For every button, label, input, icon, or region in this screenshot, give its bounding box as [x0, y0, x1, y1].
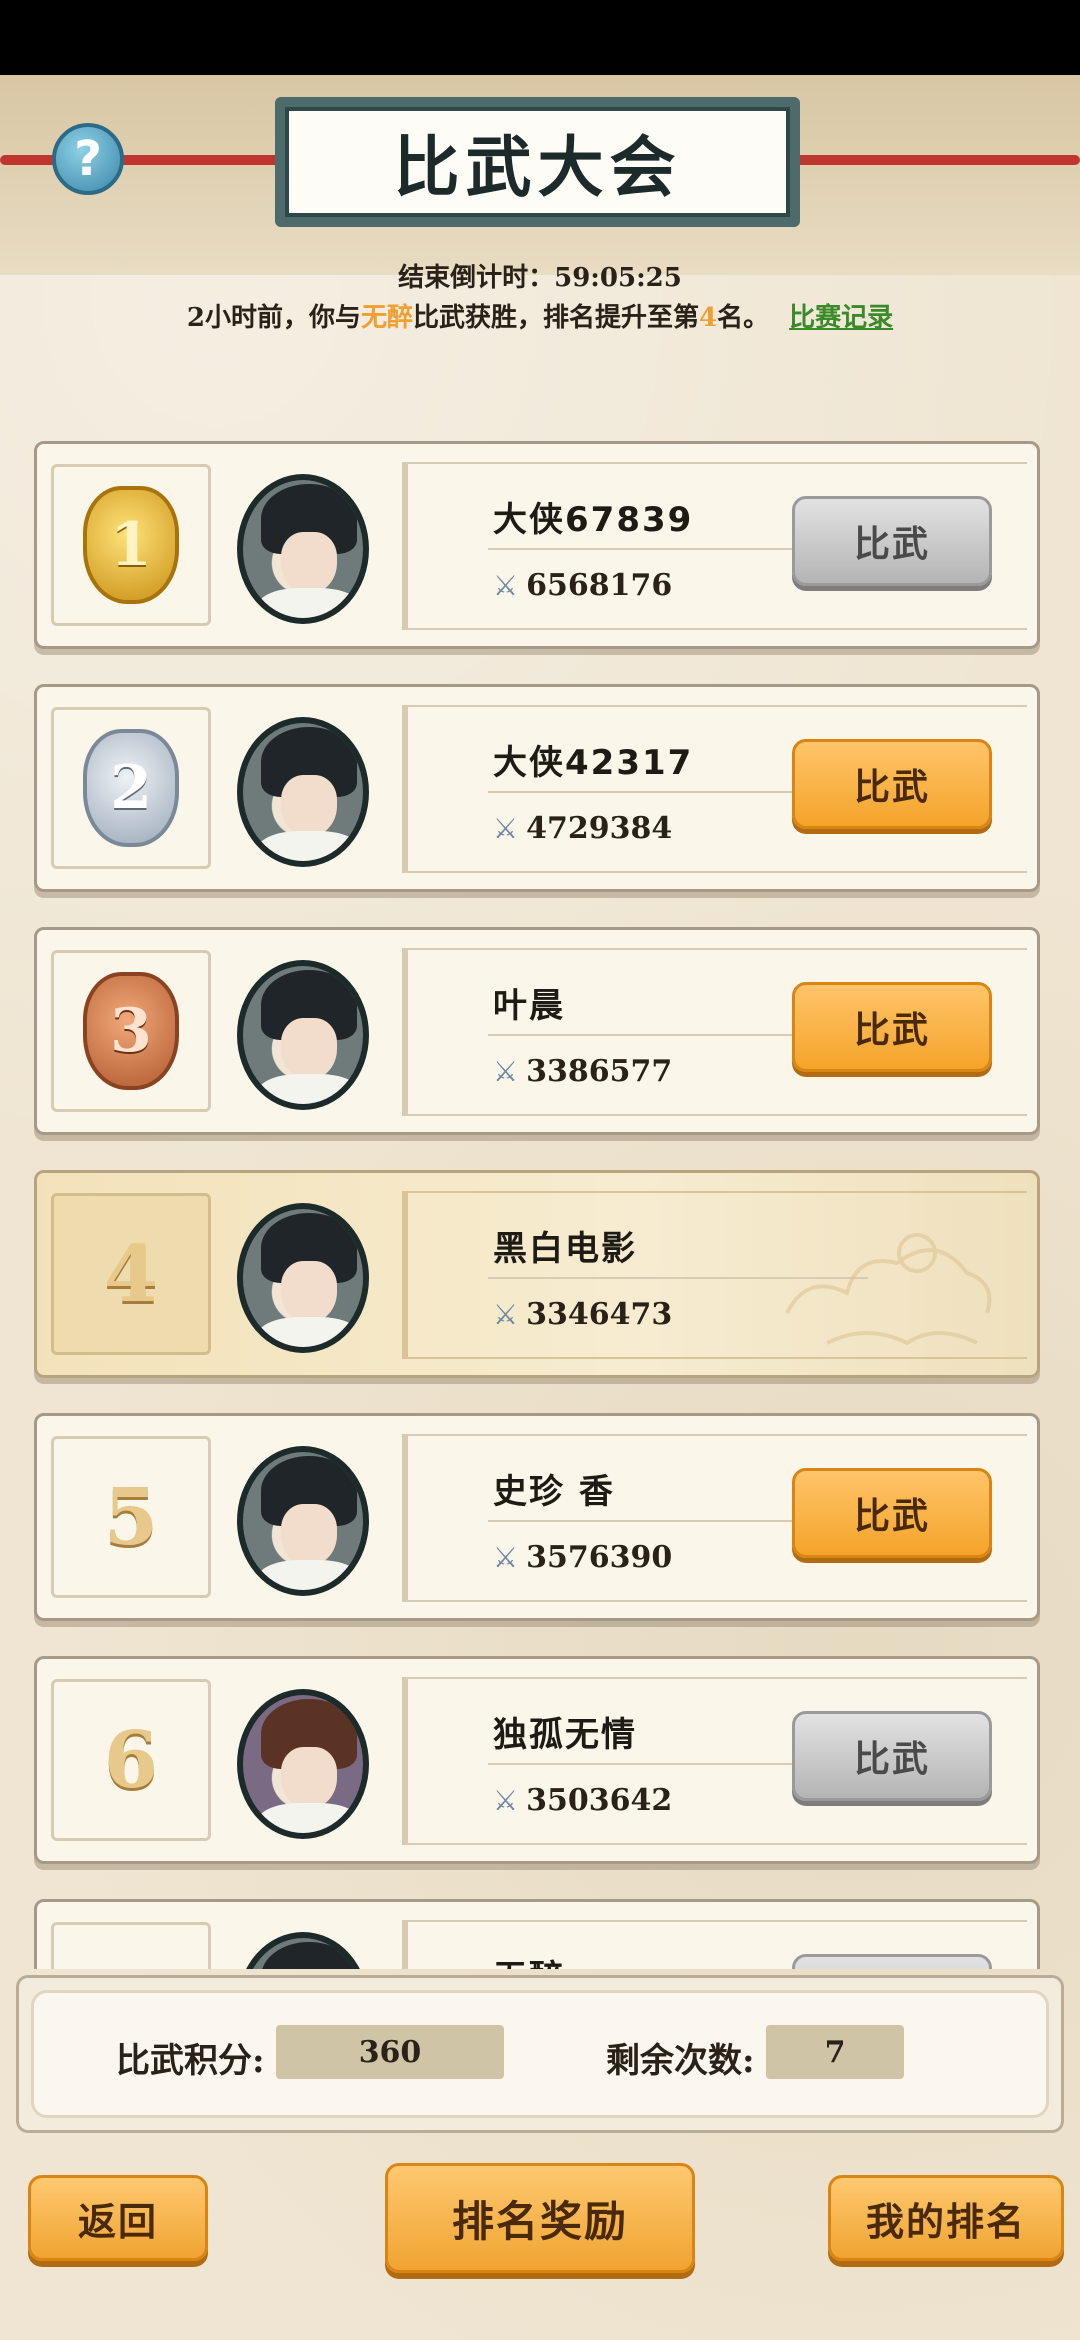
duel-button[interactable]: 比武 — [792, 739, 992, 829]
rank-slot: 3 — [51, 950, 211, 1112]
power-row: ⚔ 3503642 — [493, 1783, 672, 1818]
avatar[interactable] — [237, 1689, 369, 1839]
duel-button[interactable]: 比武 — [792, 1954, 992, 1969]
player-name: 无醉 — [493, 1950, 565, 1969]
combat-power: 6568176 — [526, 568, 673, 603]
rank-slot: 1 — [51, 464, 211, 626]
remaining-label: 剩余次数: — [606, 2041, 755, 2081]
duel-button[interactable]: 比武 — [792, 1468, 992, 1558]
score-panel: 比武积分: 360 剩余次数: 7 — [16, 1975, 1064, 2133]
points-value: 360 — [276, 2025, 504, 2079]
combat-power: 3346473 — [526, 1297, 673, 1332]
combat-power: 3386577 — [526, 1054, 673, 1089]
rank-reward-button[interactable]: 排名奖励 — [385, 2163, 695, 2273]
avatar[interactable] — [237, 960, 369, 1110]
player-card: 5 史珍 香 ⚔ 3576390 比武 — [34, 1413, 1040, 1621]
sword-icon: ⚔ — [493, 1298, 519, 1331]
rank-number: 4 — [103, 1228, 159, 1320]
notice-opponent: 无醉 — [360, 303, 413, 333]
duel-button[interactable]: 比武 — [792, 982, 992, 1072]
player-card-self: 4 黑白电影 ⚔ 3346473 — [34, 1170, 1040, 1378]
duel-button[interactable]: 比武 — [792, 496, 992, 586]
battle-notice: 2小时前，你与无醉比武获胜，排名提升至第4名。 比赛记录 — [0, 297, 1080, 334]
silver-medal-icon: 2 — [83, 729, 179, 847]
power-row: ⚔ 3346473 — [493, 1297, 672, 1332]
player-name: 史珍 香 — [493, 1472, 615, 1512]
rank-slot: 5 — [51, 1436, 211, 1598]
match-record-link[interactable]: 比赛记录 — [789, 303, 893, 333]
ranking-list[interactable]: 1 大侠67839 ⚔ 6568176 比武 2 大侠42317 ⚔ 47293… — [0, 361, 1080, 1969]
notice-suffix: 名。 — [717, 303, 770, 333]
sword-icon: ⚔ — [493, 812, 519, 845]
cloud-decoration — [785, 1233, 992, 1346]
duel-button[interactable]: 比武 — [792, 1711, 992, 1801]
help-icon[interactable]: ? — [52, 123, 124, 195]
score-panel-inner: 比武积分: 360 剩余次数: 7 — [31, 1990, 1049, 2118]
player-card: 3 叶晨 ⚔ 3386577 比武 — [34, 927, 1040, 1135]
combat-power: 3503642 — [526, 1783, 673, 1818]
rank-number: 5 — [103, 1471, 159, 1563]
sword-icon: ⚔ — [493, 569, 519, 602]
rank-slot: 6 — [51, 1679, 211, 1841]
notice-rank: 4 — [699, 303, 718, 333]
avatar[interactable] — [237, 717, 369, 867]
player-name: 大侠42317 — [493, 743, 694, 783]
rope-decoration — [780, 155, 1080, 165]
power-row: ⚔ 3386577 — [493, 1054, 672, 1089]
page-title: 比武大会 — [285, 107, 790, 217]
title-plate: 比武大会 — [275, 97, 800, 227]
power-row: ⚔ 3576390 — [493, 1540, 672, 1575]
back-button[interactable]: 返回 — [28, 2175, 208, 2261]
points-label: 比武积分: — [116, 2041, 265, 2081]
status-bar — [0, 0, 1080, 75]
player-name: 独孤无情 — [493, 1715, 637, 1755]
player-card: 1 大侠67839 ⚔ 6568176 比武 — [34, 441, 1040, 649]
rope-decoration — [0, 155, 300, 165]
player-name: 黑白电影 — [493, 1229, 637, 1269]
bronze-medal-icon: 3 — [83, 972, 179, 1090]
rank-slot: 2 — [51, 707, 211, 869]
sword-icon: ⚔ — [493, 1784, 519, 1817]
my-rank-button[interactable]: 我的排名 — [828, 2175, 1064, 2261]
countdown-label: 结束倒计时： — [398, 263, 555, 293]
countdown-value: 59:05:25 — [554, 263, 682, 293]
rank-slot: 4 — [51, 1193, 211, 1355]
avatar[interactable] — [237, 1446, 369, 1596]
rank-number: 6 — [103, 1714, 159, 1806]
remaining-value: 7 — [766, 2025, 904, 2079]
combat-power: 4729384 — [526, 811, 673, 846]
combat-power: 3576390 — [526, 1540, 673, 1575]
arena-screen: ? 比武大会 结束倒计时：59:05:25 2小时前，你与无醉比武获胜，排名提升… — [0, 75, 1080, 2340]
sword-icon: ⚔ — [493, 1055, 519, 1088]
notice-prefix: 2小时前，你与 — [186, 303, 361, 333]
rank-number: 7 — [104, 1958, 158, 1970]
avatar[interactable] — [237, 474, 369, 624]
avatar[interactable] — [237, 1203, 369, 1353]
rank-slot: 7 — [51, 1922, 211, 1969]
sword-icon: ⚔ — [493, 1541, 519, 1574]
avatar[interactable] — [237, 1932, 369, 1969]
player-card: 7 无醉 ⚔ 3514266 比武 — [34, 1899, 1040, 1969]
player-name: 大侠67839 — [493, 500, 694, 540]
power-row: ⚔ 6568176 — [493, 568, 672, 603]
player-card: 2 大侠42317 ⚔ 4729384 比武 — [34, 684, 1040, 892]
player-name: 叶晨 — [493, 986, 565, 1026]
player-card: 6 独孤无情 ⚔ 3503642 比武 — [34, 1656, 1040, 1864]
countdown: 结束倒计时：59:05:25 — [0, 257, 1080, 294]
gold-medal-icon: 1 — [83, 486, 179, 604]
notice-mid: 比武获胜，排名提升至第 — [412, 303, 699, 333]
power-row: ⚔ 4729384 — [493, 811, 672, 846]
